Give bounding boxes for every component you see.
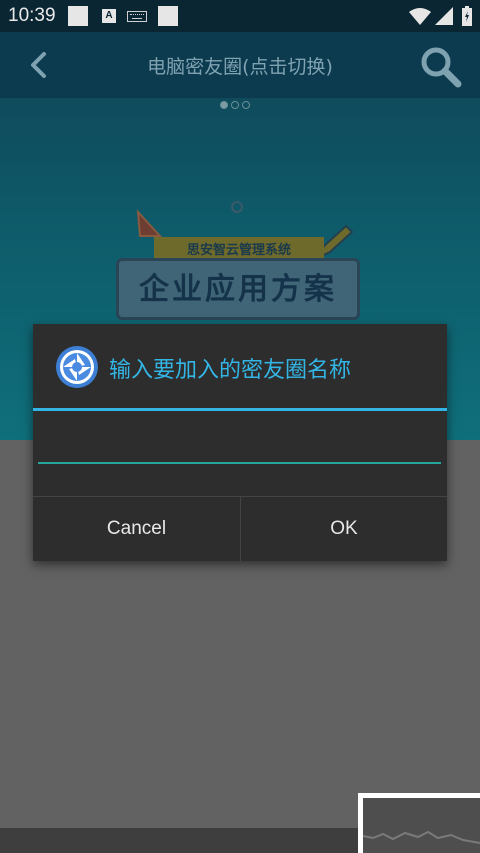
circle-name-input[interactable] xyxy=(38,424,441,464)
pin-icon xyxy=(231,201,243,213)
dialog-title: 输入要加入的密友圈名称 xyxy=(109,358,352,383)
status-bar: 10:39 A xyxy=(0,0,480,32)
app-logo-icon xyxy=(56,346,98,388)
carousel-dots xyxy=(220,101,250,111)
join-circle-dialog: 输入要加入的密友圈名称 Cancel OK xyxy=(33,324,447,561)
notification-a-icon: A xyxy=(102,9,116,23)
carousel-dot xyxy=(242,101,250,109)
page-title[interactable]: 电脑密友圈(点击切换) xyxy=(0,52,480,79)
wifi-icon xyxy=(409,8,431,25)
floating-thumbnail[interactable] xyxy=(358,793,480,853)
thumbnail-image xyxy=(362,798,480,853)
banner-main-text: 企业应用方案 xyxy=(116,258,360,320)
carousel-dot-active xyxy=(220,101,228,109)
keyboard-icon xyxy=(127,11,147,22)
notification-square-icon-2 xyxy=(158,6,178,26)
status-time: 10:39 xyxy=(8,5,56,26)
notification-square-icon xyxy=(68,6,88,26)
cancel-button[interactable]: Cancel xyxy=(33,497,240,561)
dialog-title-divider xyxy=(33,408,447,411)
carousel-dot xyxy=(231,101,239,109)
banner-artwork: 思安智云管理系统 企业应用方案 xyxy=(110,201,370,328)
thumbnail-waveform xyxy=(362,830,480,844)
cell-signal-icon xyxy=(435,7,453,25)
battery-icon xyxy=(462,6,472,26)
ok-button[interactable]: OK xyxy=(241,497,447,561)
triangle-ruler-icon xyxy=(136,209,162,237)
search-icon[interactable] xyxy=(418,44,462,88)
app-bar: 电脑密友圈(点击切换) xyxy=(0,32,480,98)
